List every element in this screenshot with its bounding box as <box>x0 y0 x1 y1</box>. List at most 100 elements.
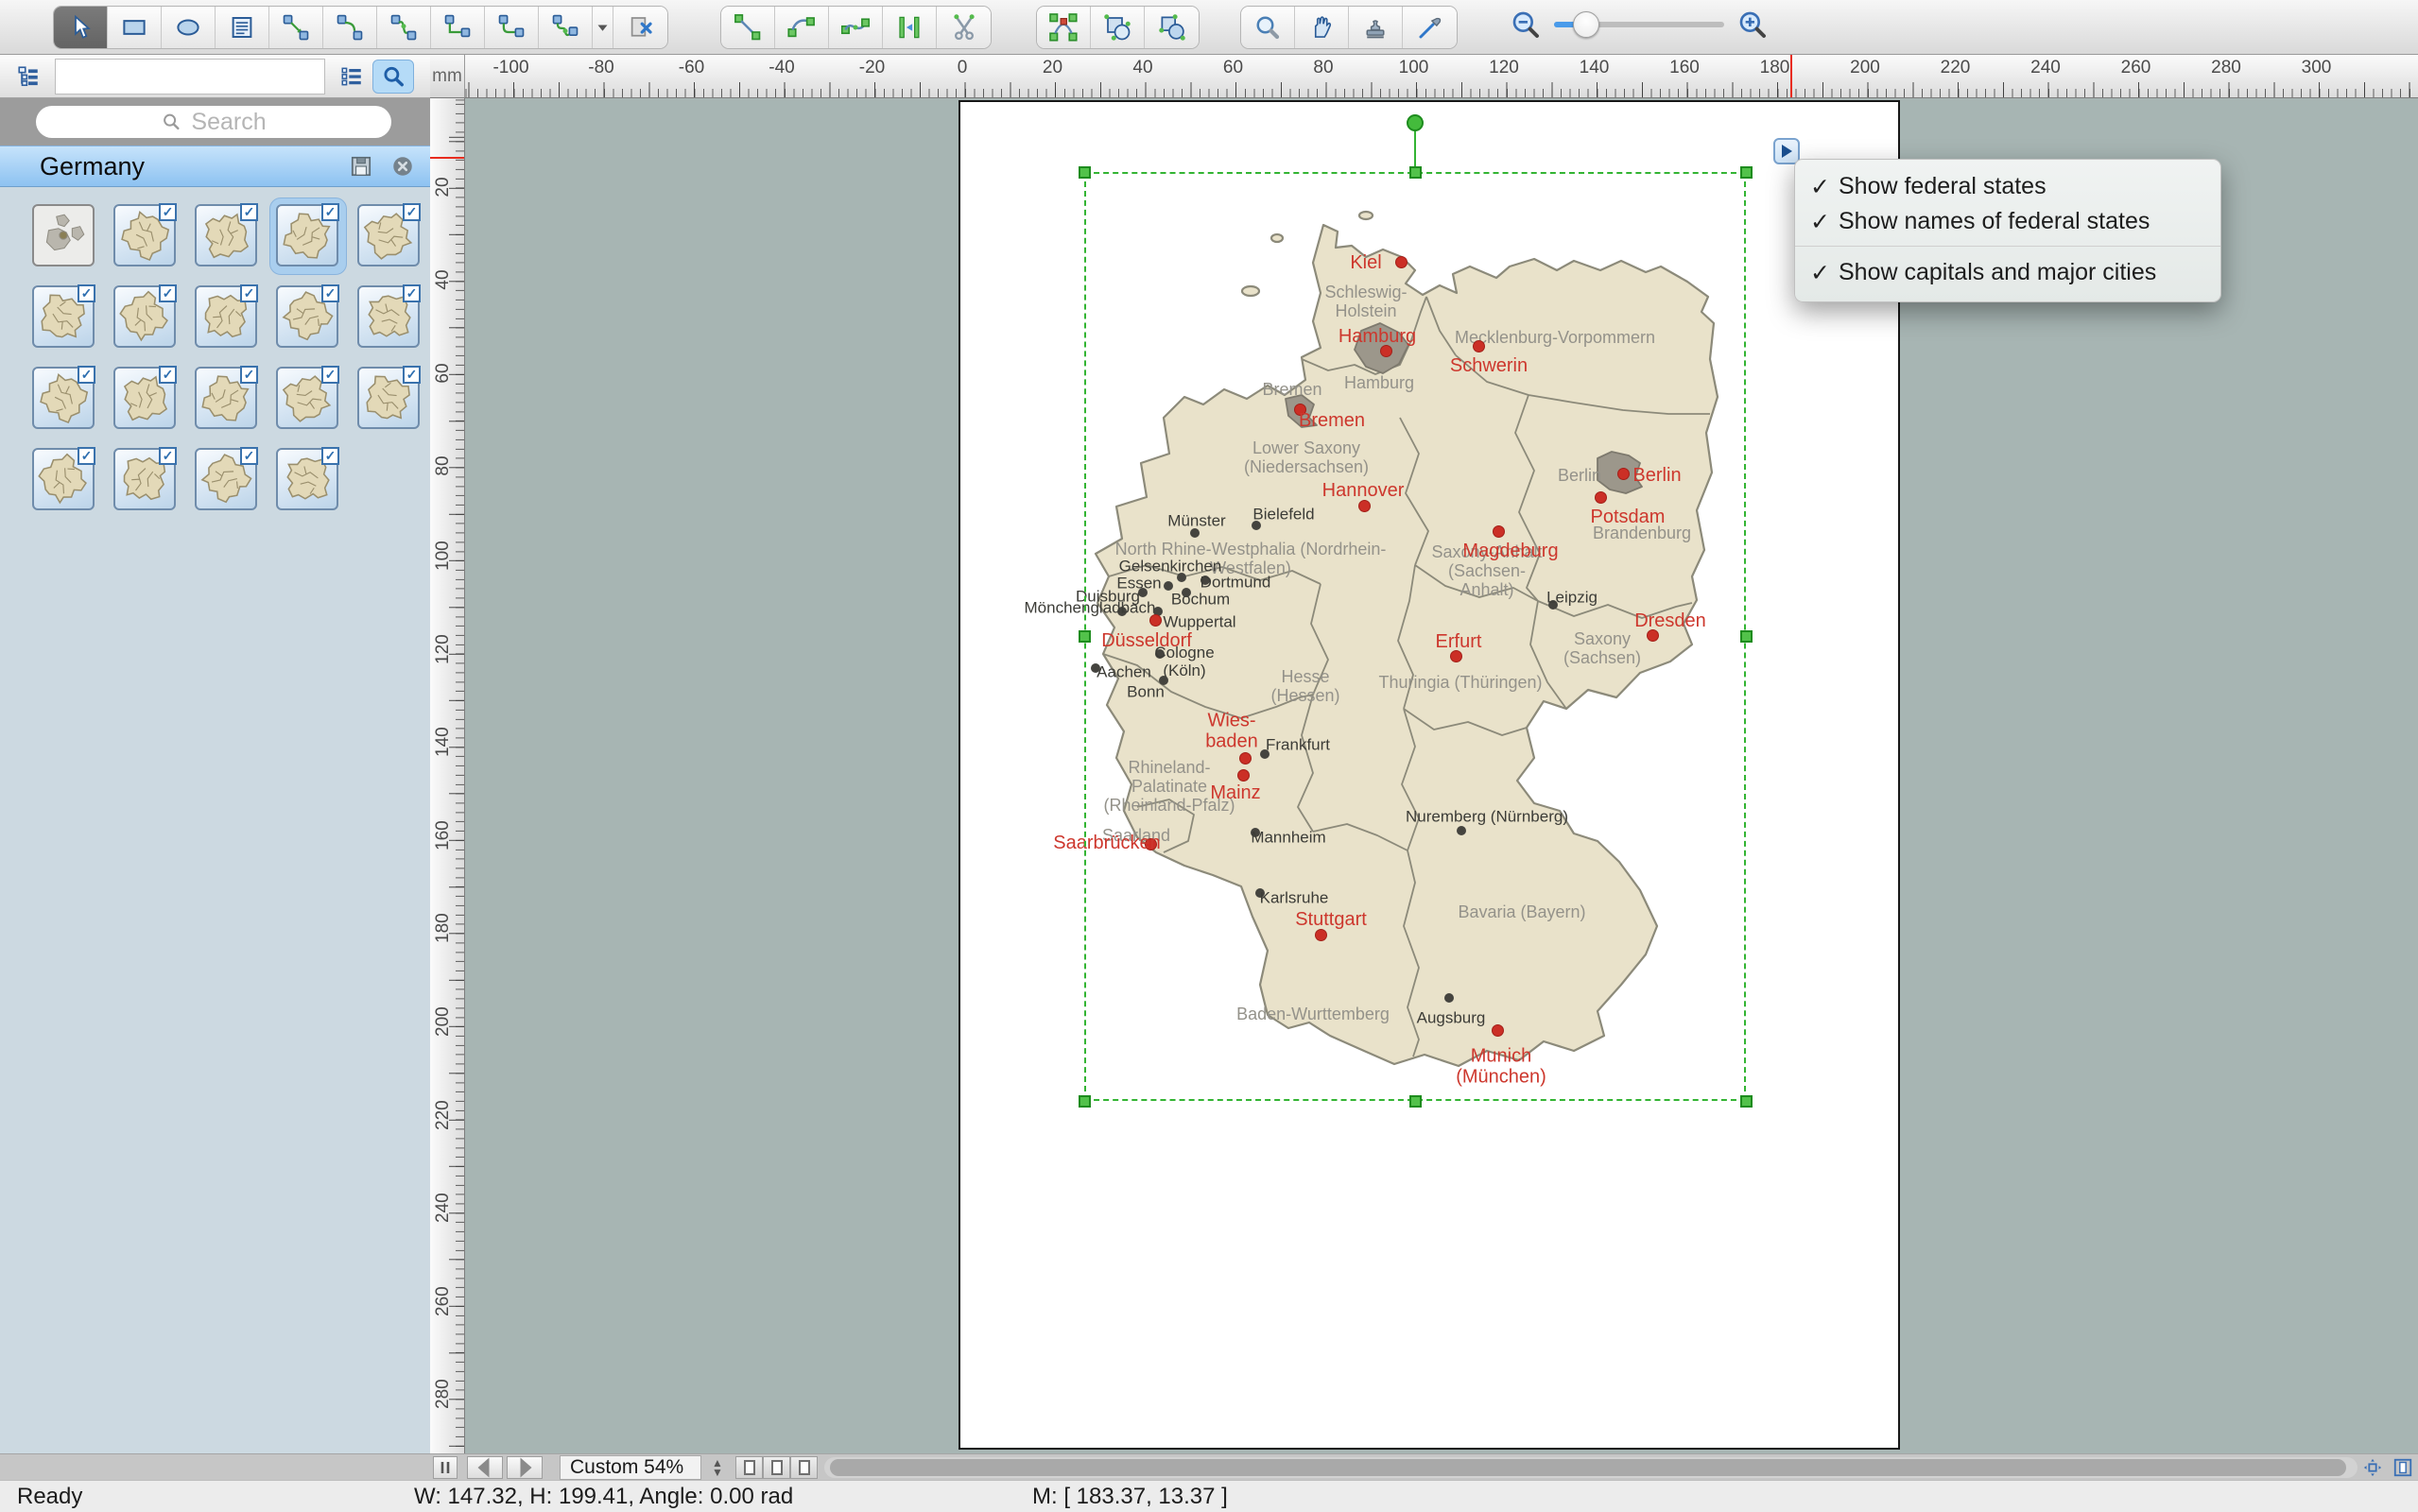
zoom-out-icon[interactable] <box>1511 9 1541 40</box>
selection-rectangle[interactable] <box>1084 172 1746 1101</box>
tool-divide-button[interactable] <box>883 7 937 48</box>
shape-checked-badge[interactable]: ✓ <box>159 203 177 221</box>
view-mode-facing[interactable] <box>763 1456 790 1479</box>
library-shape-10[interactable]: ✓ <box>348 276 429 357</box>
zoom-level-select[interactable]: Custom 54% <box>560 1455 701 1480</box>
library-shape-2[interactable]: ✓ <box>104 195 185 276</box>
library-shape-3[interactable]: ✓ <box>185 195 267 276</box>
view-mode-single[interactable] <box>735 1456 763 1479</box>
tool-ellipse-button[interactable] <box>162 7 216 48</box>
zoom-slider-thumb[interactable] <box>1573 11 1599 38</box>
shape-checked-badge[interactable]: ✓ <box>403 366 421 384</box>
zoom-slider[interactable] <box>1554 11 1724 38</box>
library-shape-6[interactable]: ✓ <box>23 276 104 357</box>
tool-stamp-tool-button[interactable] <box>1349 7 1403 48</box>
library-shape-12[interactable]: ✓ <box>104 357 185 438</box>
view-mode-continuous[interactable] <box>790 1456 818 1479</box>
tool-edit-curve-button[interactable] <box>1037 7 1091 48</box>
tool-delete-shape-button[interactable] <box>613 7 667 48</box>
tool-connector-right-angle-button[interactable] <box>431 7 485 48</box>
library-shape-13[interactable]: ✓ <box>185 357 267 438</box>
library-shape-15[interactable]: ✓ <box>348 357 429 438</box>
shape-checked-badge[interactable]: ✓ <box>240 447 258 465</box>
page-previous-button[interactable] <box>467 1456 503 1479</box>
tool-connector-bezier-button[interactable] <box>377 7 431 48</box>
selection-handle[interactable] <box>1078 630 1091 643</box>
tool-combine-shapes-button[interactable] <box>1145 7 1199 48</box>
shape-checked-badge[interactable]: ✓ <box>78 447 95 465</box>
shape-checked-badge[interactable]: ✓ <box>321 366 339 384</box>
list-view-icon[interactable] <box>331 60 372 94</box>
library-shape-9[interactable]: ✓ <box>267 276 348 357</box>
tool-subtract-shapes-button[interactable] <box>1091 7 1145 48</box>
horizontal-scrollbar[interactable] <box>824 1457 2358 1478</box>
tool-zoom-tool-button[interactable] <box>1241 7 1295 48</box>
connector-dropdown-caret[interactable] <box>593 7 613 48</box>
library-shape-16[interactable]: ✓ <box>23 438 104 520</box>
library-shape-1[interactable] <box>23 195 104 276</box>
tool-pan-tool-button[interactable] <box>1295 7 1349 48</box>
splitter-button[interactable] <box>433 1456 458 1479</box>
save-library-icon[interactable] <box>347 152 375 180</box>
scrollbar-thumb[interactable] <box>830 1459 2346 1476</box>
search-input[interactable]: Search <box>36 106 391 138</box>
library-panel-header[interactable]: Germany <box>0 146 430 187</box>
selection-handle[interactable] <box>1739 165 1753 179</box>
zoom-stepper[interactable]: ▲ ▼ <box>707 1456 728 1479</box>
shape-checked-badge[interactable]: ✓ <box>159 284 177 302</box>
search-view-icon[interactable] <box>372 59 414 94</box>
selection-handle[interactable] <box>1408 1094 1422 1108</box>
shape-checked-badge[interactable]: ✓ <box>159 366 177 384</box>
tool-select-button[interactable] <box>54 7 108 48</box>
menu-item-show-capitals-and-major-cities[interactable]: ✓ Show capitals and major cities <box>1795 255 2220 290</box>
fit-to-window-icon[interactable] <box>2359 1456 2386 1479</box>
rotation-handle[interactable] <box>1407 114 1424 131</box>
library-shape-17[interactable]: ✓ <box>104 438 185 520</box>
tool-connector-rounded-button[interactable] <box>485 7 539 48</box>
library-shape-14[interactable]: ✓ <box>267 357 348 438</box>
tree-view-icon[interactable] <box>8 60 49 94</box>
tool-scissors-button[interactable] <box>937 7 991 48</box>
selection-handle[interactable] <box>1078 1094 1091 1108</box>
tool-connector-curved-button[interactable] <box>539 7 593 48</box>
zoom-in-icon[interactable] <box>1737 9 1768 40</box>
menu-item-show-federal-states[interactable]: ✓ Show federal states <box>1795 169 2220 204</box>
library-shape-7[interactable]: ✓ <box>104 276 185 357</box>
tool-text-block-button[interactable] <box>216 7 269 48</box>
shape-checked-badge[interactable]: ✓ <box>240 284 258 302</box>
close-library-icon[interactable] <box>389 152 417 180</box>
drawing-canvas[interactable]: Schleswig- Holstein Mecklenburg-Vorpommer… <box>465 98 2418 1453</box>
fit-page-icon[interactable] <box>2390 1456 2416 1479</box>
library-shape-19[interactable]: ✓ <box>267 438 348 520</box>
tool-draw-arc-button[interactable] <box>775 7 829 48</box>
tool-connector-arc-button[interactable] <box>323 7 377 48</box>
menu-item-show-names-of-federal-states[interactable]: ✓ Show names of federal states <box>1795 204 2220 239</box>
shape-checked-badge[interactable]: ✓ <box>321 284 339 302</box>
selection-handle[interactable] <box>1078 165 1091 179</box>
shape-checked-badge[interactable]: ✓ <box>78 284 95 302</box>
selection-handle[interactable] <box>1739 630 1753 643</box>
tool-draw-bezier-button[interactable] <box>829 7 883 48</box>
shape-checked-badge[interactable]: ✓ <box>240 203 258 221</box>
vertical-ruler[interactable]: 20 40 60 80 100 120 140 160 180 200 220 240 260 280 <box>430 98 465 1453</box>
horizontal-ruler[interactable]: -100 -80 -60 -40 -20 0 20 40 60 80 100 120 140 160 180… <box>465 55 2418 98</box>
tool-rectangle-button[interactable] <box>108 7 162 48</box>
library-shape-5[interactable]: ✓ <box>348 195 429 276</box>
library-shape-8[interactable]: ✓ <box>185 276 267 357</box>
selection-handle[interactable] <box>1408 165 1422 179</box>
tool-eyedropper-tool-button[interactable] <box>1403 7 1457 48</box>
shape-checked-badge[interactable]: ✓ <box>321 447 339 465</box>
tool-draw-line-button[interactable] <box>721 7 775 48</box>
shape-checked-badge[interactable]: ✓ <box>78 366 95 384</box>
shape-checked-badge[interactable]: ✓ <box>403 284 421 302</box>
shape-checked-badge[interactable]: ✓ <box>403 203 421 221</box>
library-shape-18[interactable]: ✓ <box>185 438 267 520</box>
shape-checked-badge[interactable]: ✓ <box>159 447 177 465</box>
selection-handle[interactable] <box>1739 1094 1753 1108</box>
tool-connector-direct-button[interactable] <box>269 7 323 48</box>
shape-checked-badge[interactable]: ✓ <box>321 203 339 221</box>
library-tab-field[interactable] <box>55 58 325 94</box>
shape-checked-badge[interactable]: ✓ <box>240 366 258 384</box>
library-shape-4[interactable]: ✓ <box>267 195 348 276</box>
page-next-button[interactable] <box>507 1456 543 1479</box>
